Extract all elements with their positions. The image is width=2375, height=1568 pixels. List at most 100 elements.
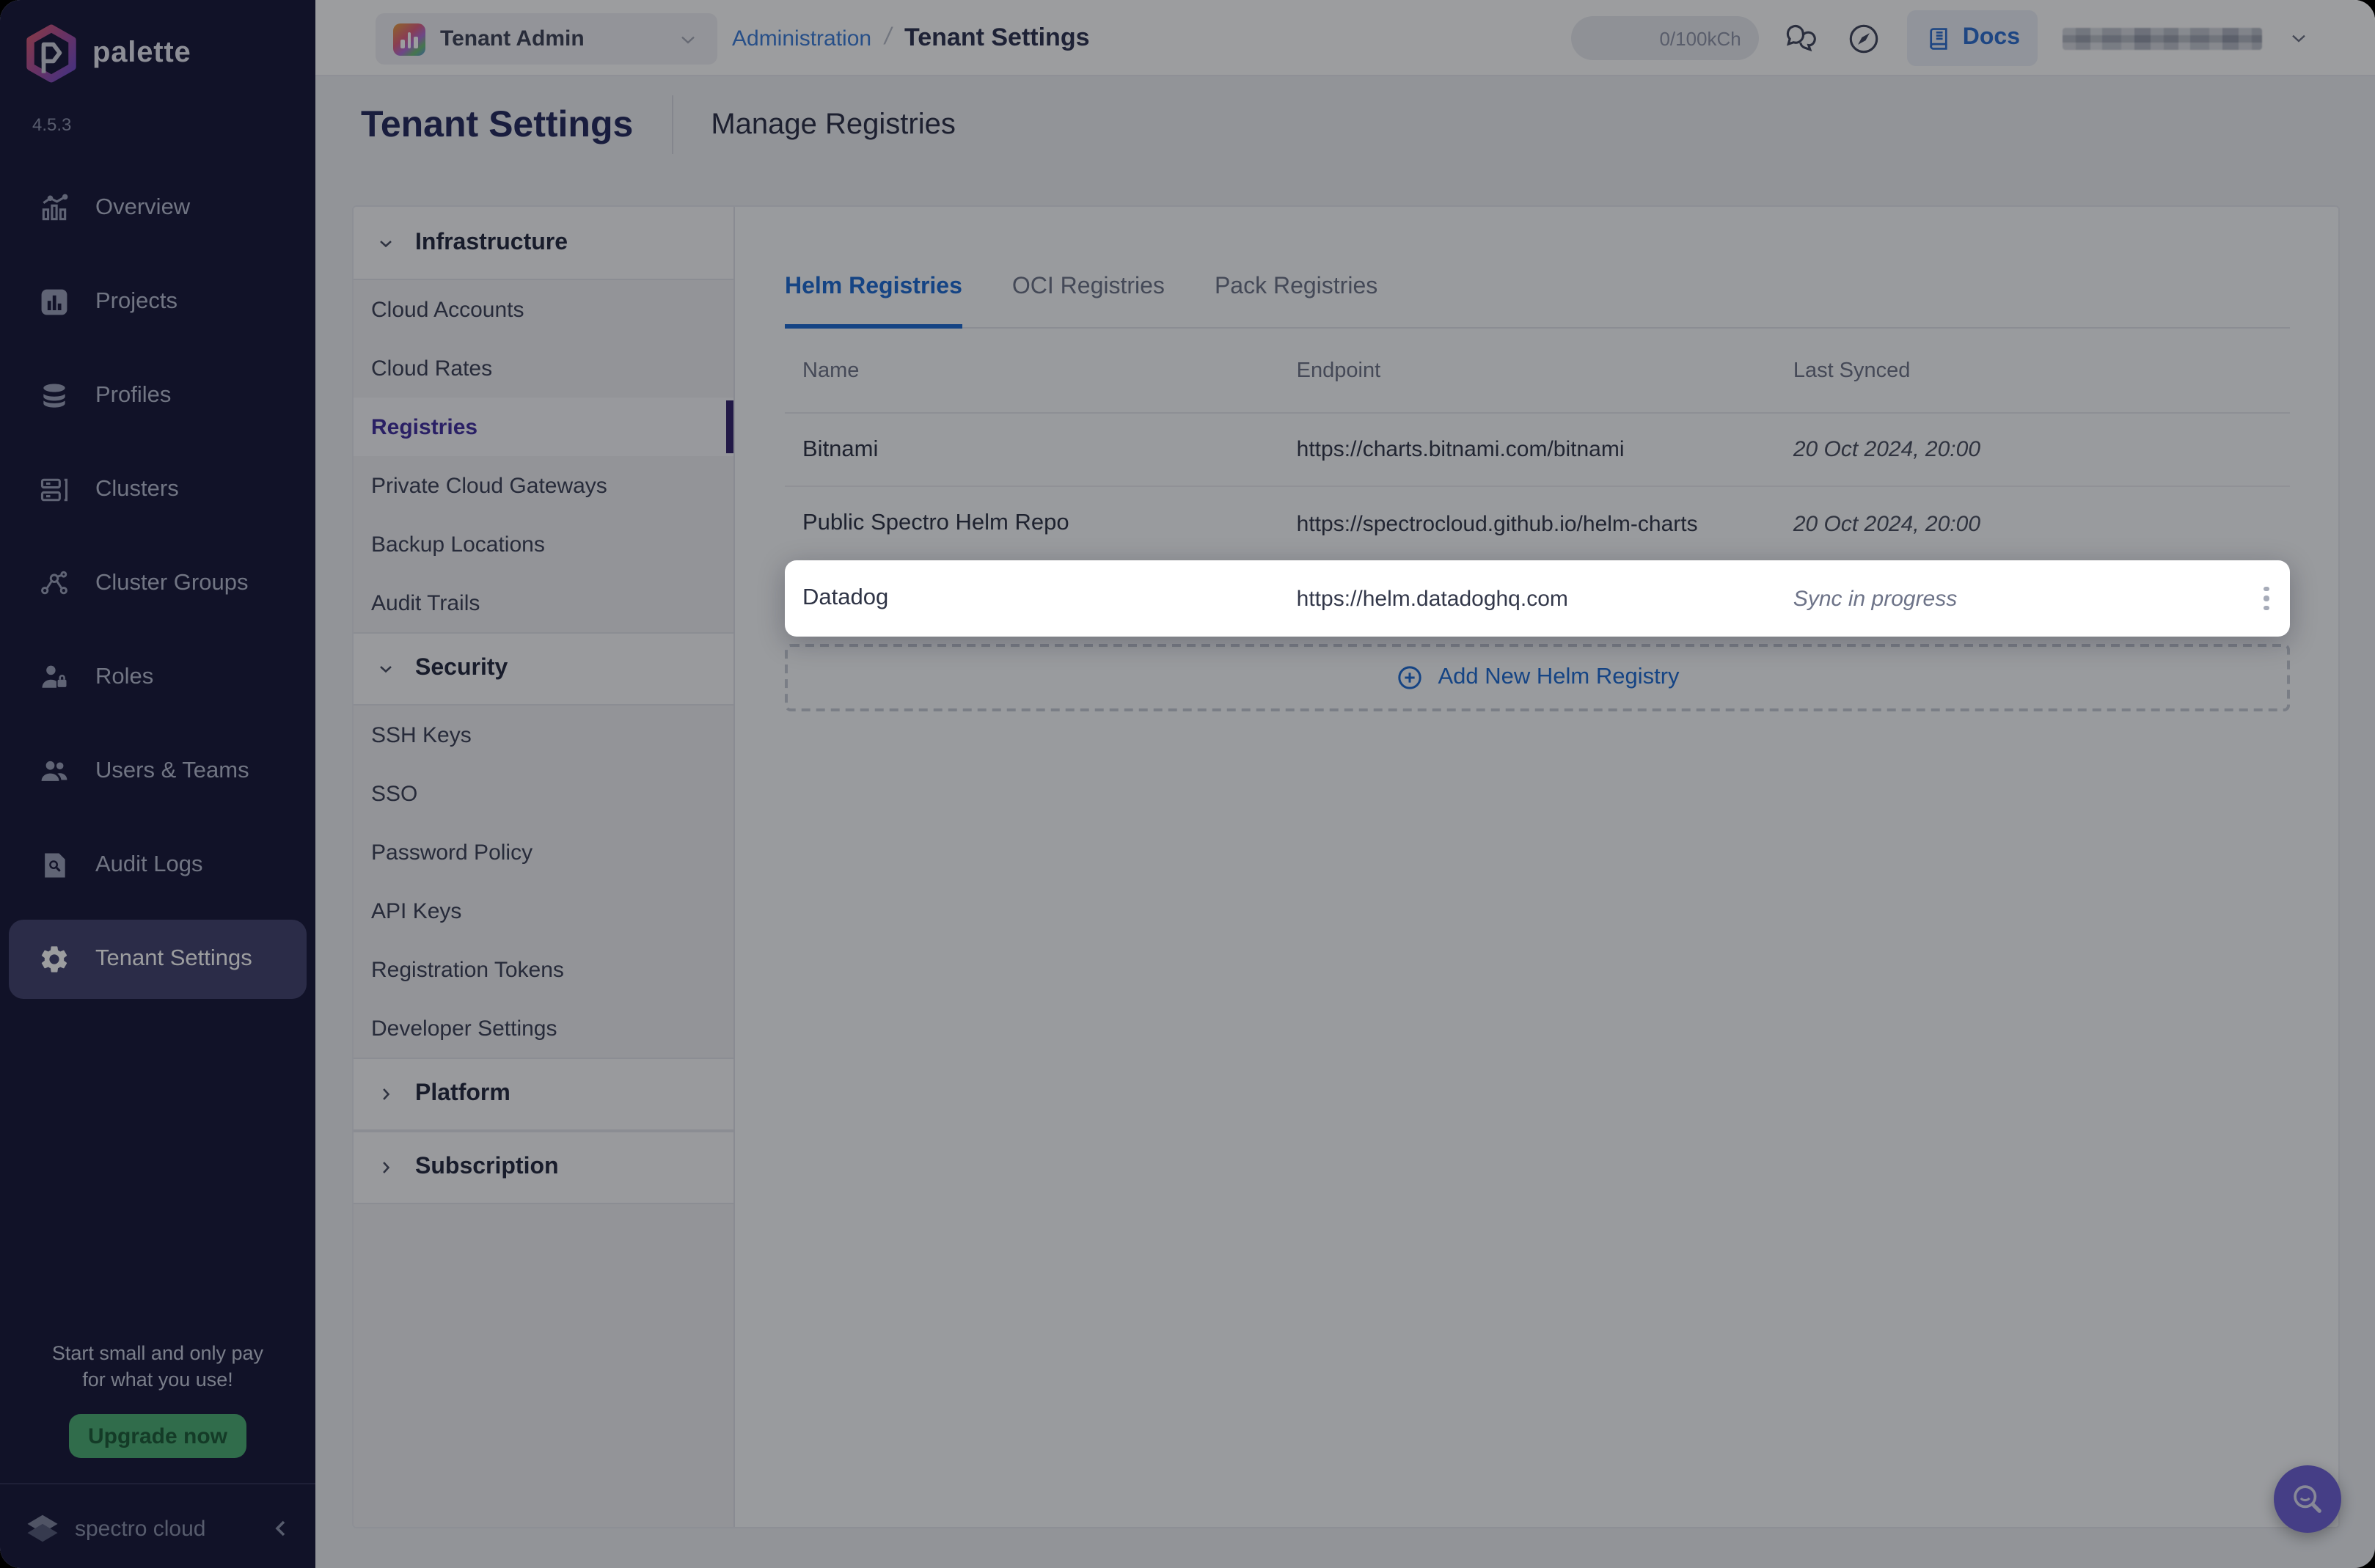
promo-line1: Start small and only pay — [0, 1341, 315, 1367]
brand-logo: palette — [23, 23, 191, 84]
tab-pack-registries[interactable]: Pack Registries — [1215, 274, 1377, 327]
table-row-bitnami[interactable]: Bitnami https://charts.bitnami.com/bitna… — [785, 414, 2290, 487]
sidebar-nav: Overview Projects Profiles — [0, 161, 315, 1006]
page-title: Tenant Settings — [361, 103, 633, 146]
column-header-name: Name — [785, 359, 1297, 382]
section-security[interactable]: Security — [354, 632, 733, 706]
page-header: Tenant Settings Manage Registries — [361, 88, 956, 161]
section-infrastructure[interactable]: Infrastructure — [354, 207, 733, 280]
section-platform[interactable]: Platform — [354, 1058, 733, 1131]
sidebar-item-label: Users & Teams — [95, 758, 249, 785]
usage-counter-pill: 0/100kCh — [1571, 16, 1759, 60]
sync-status: Sync in progress — [1793, 586, 2185, 611]
palette-logo-icon — [23, 23, 79, 84]
upgrade-promo: Start small and only pay for what you us… — [0, 1341, 315, 1393]
search-fab-button[interactable] — [2274, 1465, 2341, 1533]
chart-overview-icon — [38, 192, 70, 224]
sidebar-item-overview[interactable]: Overview — [0, 161, 315, 255]
servers-icon — [38, 474, 70, 506]
sidebar-item-profiles[interactable]: Profiles — [0, 349, 315, 443]
user-account-name-redacted[interactable] — [2063, 27, 2262, 49]
page-subtitle: Manage Registries — [711, 108, 956, 142]
chevron-down-icon — [376, 659, 396, 679]
sidebar-item-label: Profiles — [95, 383, 171, 409]
project-scope-label: Tenant Admin — [440, 26, 585, 51]
compass-explore-icon[interactable] — [1845, 20, 1882, 56]
topbar: Tenant Admin Administration / Tenant Set… — [315, 0, 2375, 76]
sidebar-item-label: Overview — [95, 195, 190, 221]
sidebar-item-audit-logs[interactable]: Audit Logs — [0, 818, 315, 912]
tab-helm-registries[interactable]: Helm Registries — [785, 274, 962, 329]
gear-icon — [38, 943, 70, 975]
nav-item-cloud-rates[interactable]: Cloud Rates — [354, 339, 733, 398]
nav-item-registration-tokens[interactable]: Registration Tokens — [354, 940, 733, 999]
chevron-right-icon — [376, 1157, 396, 1178]
title-divider — [671, 95, 673, 154]
usage-counter-value: 0/100kCh — [1659, 27, 1741, 49]
user-lock-icon — [38, 662, 70, 694]
breadcrumb-administration-link[interactable]: Administration — [732, 26, 871, 51]
sidebar-item-label: Roles — [95, 664, 153, 691]
nav-item-private-cloud-gateways[interactable]: Private Cloud Gateways — [354, 456, 733, 515]
spectro-cloud-logo-icon — [23, 1509, 62, 1547]
sidebar-footer-divider — [0, 1483, 315, 1484]
sidebar-item-label: Cluster Groups — [95, 571, 248, 597]
section-subscription[interactable]: Subscription — [354, 1131, 733, 1204]
document-search-icon — [38, 849, 70, 882]
network-nodes-icon — [38, 568, 70, 600]
breadcrumb-current-page: Tenant Settings — [904, 23, 1090, 53]
sidebar-item-projects[interactable]: Projects — [0, 255, 315, 349]
upgrade-now-button[interactable]: Upgrade now — [69, 1414, 246, 1458]
docs-button[interactable]: Docs — [1907, 10, 2038, 66]
nav-item-registries[interactable]: Registries — [354, 398, 733, 456]
tenant-settings-card: Infrastructure Cloud Accounts Cloud Rate… — [352, 205, 2340, 1528]
sidebar-item-users-teams[interactable]: Users & Teams — [0, 725, 315, 818]
users-icon — [38, 755, 70, 788]
nav-item-ssh-keys[interactable]: SSH Keys — [354, 706, 733, 764]
sidebar-item-tenant-settings[interactable]: Tenant Settings — [9, 920, 307, 999]
collapse-sidebar-icon[interactable] — [268, 1515, 295, 1542]
app-window: palette 4.5.3 Overview Projects — [0, 0, 2375, 1568]
book-icon — [1925, 24, 1953, 52]
sidebar-item-label: Projects — [95, 289, 178, 315]
table-header: Name Endpoint Last Synced — [785, 329, 2290, 414]
sidebar-item-clusters[interactable]: Clusters — [0, 443, 315, 537]
row-actions-kebab-icon[interactable] — [2258, 581, 2275, 617]
breadcrumb: Administration / Tenant Settings — [732, 0, 1090, 76]
sidebar-item-roles[interactable]: Roles — [0, 631, 315, 725]
sidebar-item-label: Audit Logs — [95, 852, 203, 879]
chevron-down-icon — [376, 232, 396, 253]
chat-feedback-icon[interactable] — [1784, 20, 1820, 56]
layers-database-icon — [38, 380, 70, 412]
nav-item-backup-locations[interactable]: Backup Locations — [354, 515, 733, 574]
registries-content: Helm Registries OCI Registries Pack Regi… — [736, 207, 2338, 1527]
column-header-last-synced: Last Synced — [1793, 359, 2185, 382]
chevron-right-icon — [376, 1084, 396, 1104]
nav-item-cloud-accounts[interactable]: Cloud Accounts — [354, 280, 733, 339]
sidebar: palette 4.5.3 Overview Projects — [0, 0, 315, 1568]
plus-circle-icon — [1395, 663, 1424, 692]
nav-item-sso[interactable]: SSO — [354, 764, 733, 823]
brand-name: palette — [92, 37, 191, 70]
tenant-scope-icon — [393, 23, 425, 55]
nav-item-developer-settings[interactable]: Developer Settings — [354, 999, 733, 1058]
nav-item-api-keys[interactable]: API Keys — [354, 882, 733, 940]
user-menu-chevron-down-icon[interactable] — [2287, 26, 2310, 50]
chevron-down-icon — [676, 27, 700, 51]
sidebar-item-label: Tenant Settings — [95, 946, 252, 972]
table-row-datadog-highlighted[interactable]: Datadog https://helm.datadoghq.com Sync … — [785, 560, 2290, 637]
tab-oci-registries[interactable]: OCI Registries — [1012, 274, 1165, 327]
magnifier-smile-icon — [2288, 1480, 2327, 1518]
promo-line2: for what you use! — [0, 1367, 315, 1393]
registry-tabs: Helm Registries OCI Registries Pack Regi… — [785, 274, 2290, 329]
column-header-endpoint: Endpoint — [1297, 359, 1793, 382]
nav-item-password-policy[interactable]: Password Policy — [354, 823, 733, 882]
sidebar-item-cluster-groups[interactable]: Cluster Groups — [0, 537, 315, 631]
project-scope-selector[interactable]: Tenant Admin — [376, 13, 717, 65]
nav-item-audit-trails[interactable]: Audit Trails — [354, 574, 733, 632]
breadcrumb-separator: / — [885, 25, 891, 51]
add-new-helm-registry-button[interactable]: Add New Helm Registry — [785, 644, 2290, 711]
docs-label: Docs — [1963, 25, 2020, 51]
table-row-public-spectro-helm-repo[interactable]: Public Spectro Helm Repo https://spectro… — [785, 487, 2290, 560]
app-version: 4.5.3 — [32, 114, 71, 135]
